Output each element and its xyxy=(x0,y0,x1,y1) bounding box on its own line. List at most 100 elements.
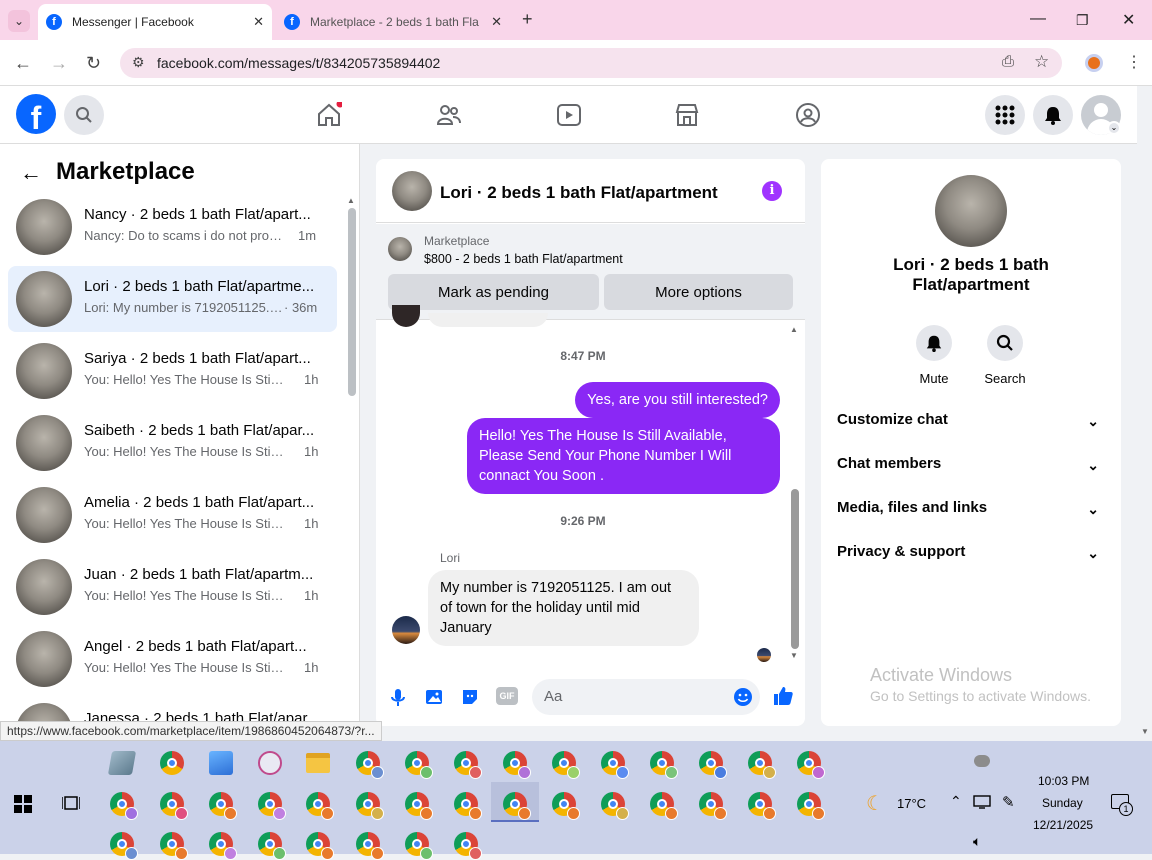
account-chevron-icon[interactable]: ⌄ xyxy=(1107,121,1121,135)
install-app-icon[interactable]: ⎙ xyxy=(1002,53,1014,70)
friends-icon[interactable] xyxy=(436,102,462,128)
chrome-profile-icon[interactable] xyxy=(160,792,188,820)
clock-date[interactable]: 12/21/2025 xyxy=(1033,818,1093,832)
close-tab-icon[interactable]: ✕ xyxy=(491,14,502,30)
chrome-app-icon[interactable] xyxy=(160,751,184,775)
conversation-item[interactable]: Amelia · 2 beds 1 bath Flat/apart... You… xyxy=(8,482,337,548)
new-tab-icon[interactable]: + xyxy=(522,9,533,30)
menu-button[interactable] xyxy=(985,95,1025,135)
chat-scrollbar[interactable] xyxy=(791,489,799,649)
chrome-profile-icon[interactable] xyxy=(552,792,580,820)
chrome-profile-icon[interactable] xyxy=(306,792,334,820)
chrome-profile-icon[interactable] xyxy=(258,792,286,820)
sidebar-scrollbar[interactable] xyxy=(348,208,356,396)
info-icon[interactable]: i xyxy=(762,181,782,201)
facebook-logo-icon[interactable]: f xyxy=(16,94,56,134)
chrome-profile-icon[interactable] xyxy=(209,832,237,860)
minimize-icon[interactable]: — xyxy=(1030,10,1046,28)
chrome-profile-icon[interactable] xyxy=(748,792,776,820)
chrome-profile-icon[interactable] xyxy=(110,832,138,860)
chrome-profile-icon[interactable] xyxy=(552,751,580,779)
microphone-icon[interactable] xyxy=(388,687,408,707)
photos-app-icon[interactable] xyxy=(209,751,233,775)
forward-icon[interactable]: → xyxy=(50,53,68,74)
close-tab-icon[interactable]: ✕ xyxy=(253,14,264,30)
chat-avatar[interactable] xyxy=(392,171,432,211)
back-icon[interactable]: ← xyxy=(14,53,32,74)
restore-icon[interactable]: ❐ xyxy=(1076,12,1089,29)
video-icon[interactable] xyxy=(556,102,582,128)
message-input[interactable]: Aa xyxy=(532,679,760,715)
media-files-links-section[interactable]: Media, files and links ⌄ xyxy=(837,499,1107,527)
chrome-profile-icon[interactable] xyxy=(699,751,727,779)
chrome-profile-icon[interactable] xyxy=(258,832,286,860)
chrome-profile-icon[interactable] xyxy=(454,832,482,860)
conversation-item[interactable]: Angel · 2 beds 1 bath Flat/apart... You:… xyxy=(8,626,337,692)
chrome-profile-icon[interactable] xyxy=(356,792,384,820)
like-icon[interactable] xyxy=(772,685,794,707)
chrome-profile-icon[interactable] xyxy=(405,832,433,860)
conversation-item[interactable]: Juan · 2 beds 1 bath Flat/apartm... You:… xyxy=(8,554,337,620)
details-avatar[interactable] xyxy=(935,175,1007,247)
conversation-item[interactable]: Nancy · 2 beds 1 bath Flat/apart... Nanc… xyxy=(8,194,337,260)
message-bubble-outgoing[interactable]: Hello! Yes The House Is Still Available,… xyxy=(467,418,780,494)
sender-avatar[interactable] xyxy=(392,616,420,644)
show-hidden-icons-icon[interactable]: ⌃ xyxy=(950,793,962,810)
task-view-icon[interactable] xyxy=(62,795,80,811)
mute-button[interactable]: Mute xyxy=(899,325,969,386)
url-text[interactable]: facebook.com/messages/t/834205735894402 xyxy=(157,55,440,71)
clock-day[interactable]: Sunday xyxy=(1042,796,1083,810)
scroll-up-icon[interactable]: ▲ xyxy=(790,325,798,334)
back-arrow-icon[interactable]: ← xyxy=(20,160,42,186)
conversation-item-selected[interactable]: Lori · 2 beds 1 bath Flat/apartme... Lor… xyxy=(8,266,337,332)
weather-temperature[interactable]: 17°C xyxy=(897,796,926,811)
chrome-profile-icon[interactable] xyxy=(405,751,433,779)
pen-icon[interactable]: ✎ xyxy=(1002,793,1015,811)
scroll-up-icon[interactable]: ▲ xyxy=(347,196,355,205)
network-icon[interactable] xyxy=(973,795,991,809)
window-close-icon[interactable]: ✕ xyxy=(1122,10,1135,30)
chrome-profile-icon[interactable] xyxy=(306,832,334,860)
chrome-profile-icon[interactable] xyxy=(356,751,384,779)
tab-search-icon[interactable]: ⌄ xyxy=(8,10,30,32)
browser-menu-icon[interactable]: ⋮ xyxy=(1126,52,1142,72)
site-info-icon[interactable]: ⚙ xyxy=(132,54,145,71)
chrome-profile-icon-active[interactable] xyxy=(503,792,531,820)
sticker-icon[interactable] xyxy=(460,687,480,707)
chat-members-section[interactable]: Chat members ⌄ xyxy=(837,455,1107,483)
listing-price-title[interactable]: $800 - 2 beds 1 bath Flat/apartment xyxy=(424,252,623,266)
chrome-profile-icon[interactable] xyxy=(797,751,825,779)
bookmark-star-icon[interactable]: ☆ xyxy=(1034,52,1049,72)
notepad-app-icon[interactable] xyxy=(107,751,137,775)
notifications-button[interactable] xyxy=(1033,95,1073,135)
paint-app-icon[interactable] xyxy=(258,751,282,775)
chrome-profile-icon[interactable] xyxy=(503,751,531,779)
clock-time[interactable]: 10:03 PM xyxy=(1038,774,1089,788)
tab-messenger[interactable]: f Messenger | Facebook ✕ xyxy=(38,4,272,40)
chrome-profile-icon[interactable] xyxy=(405,792,433,820)
conversation-item[interactable]: Saibeth · 2 beds 1 bath Flat/apar... You… xyxy=(8,410,337,476)
groups-icon[interactable] xyxy=(795,102,821,128)
chrome-profile-icon[interactable] xyxy=(356,832,384,860)
conversation-item[interactable]: Sariya · 2 beds 1 bath Flat/apart... You… xyxy=(8,338,337,404)
chrome-profile-icon[interactable] xyxy=(748,751,776,779)
profile-avatar[interactable] xyxy=(1085,54,1103,72)
windows-start-icon[interactable] xyxy=(14,795,32,813)
chrome-profile-icon[interactable] xyxy=(650,792,678,820)
chrome-profile-icon[interactable] xyxy=(454,792,482,820)
volume-icon[interactable]: 🔈︎ xyxy=(973,833,981,850)
marketplace-icon[interactable] xyxy=(674,102,700,128)
chrome-profile-icon[interactable] xyxy=(209,792,237,820)
scroll-down-icon[interactable]: ▼ xyxy=(790,651,798,660)
emoji-icon[interactable] xyxy=(733,687,753,707)
omnibox[interactable]: ⚙ facebook.com/messages/t/83420573589440… xyxy=(120,48,1062,78)
reload-icon[interactable]: ↻ xyxy=(86,53,101,74)
tab-marketplace[interactable]: f Marketplace - 2 beds 1 bath Fla ✕ xyxy=(276,4,510,40)
page-scroll-down-icon[interactable]: ▼ xyxy=(1141,727,1149,736)
search-button[interactable] xyxy=(64,95,104,135)
photo-icon[interactable] xyxy=(424,687,444,707)
chrome-profile-icon[interactable] xyxy=(160,832,188,860)
chat-title[interactable]: Lori · 2 beds 1 bath Flat/apartment xyxy=(440,183,718,203)
file-explorer-icon[interactable] xyxy=(306,753,330,773)
privacy-support-section[interactable]: Privacy & support ⌄ xyxy=(837,543,1107,571)
